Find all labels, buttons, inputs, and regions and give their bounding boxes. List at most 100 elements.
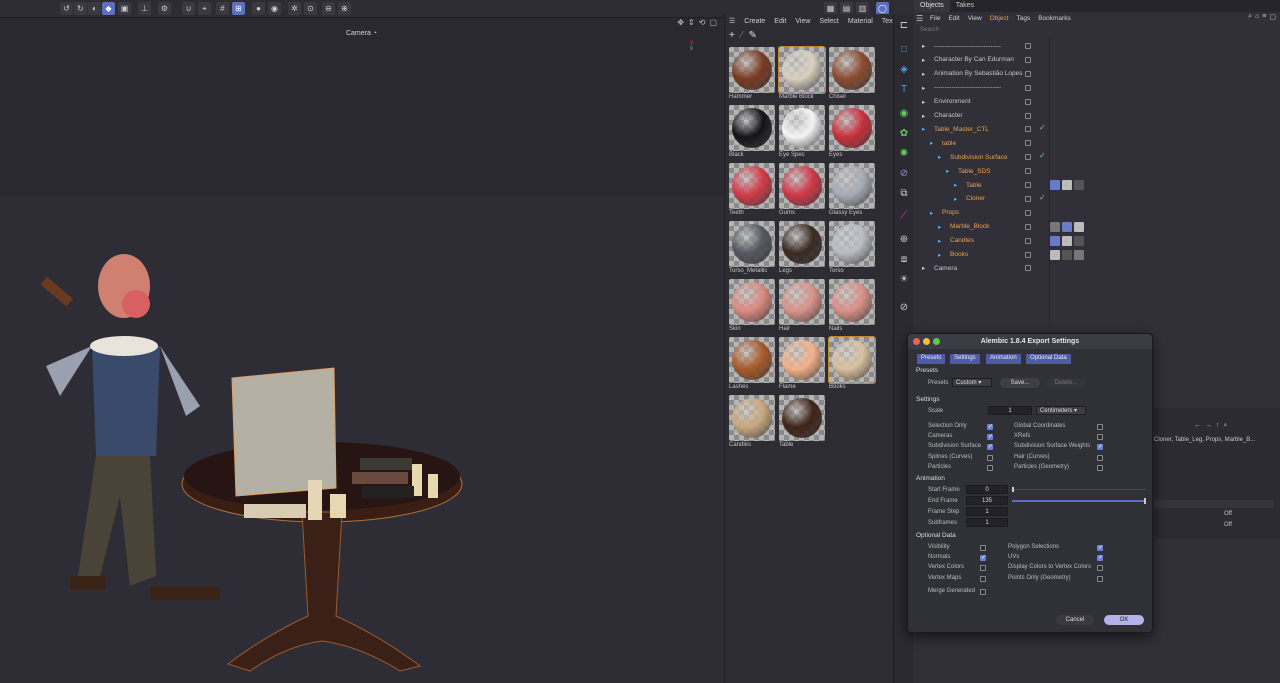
material-swatch[interactable]: Table bbox=[778, 395, 826, 452]
option-checkbox[interactable] bbox=[1097, 554, 1103, 562]
object-name[interactable]: Character bbox=[934, 112, 963, 119]
material-swatch[interactable]: Black bbox=[728, 105, 776, 162]
option-checkbox[interactable] bbox=[987, 464, 993, 471]
pan-icon[interactable]: ✥ bbox=[677, 18, 684, 27]
option-checkbox[interactable] bbox=[1097, 454, 1103, 461]
settings-icon[interactable]: ⚙ bbox=[158, 2, 171, 15]
ok-button[interactable]: OK bbox=[1104, 615, 1144, 625]
material-swatch[interactable]: Gums bbox=[778, 163, 826, 220]
visibility-toggle[interactable] bbox=[1025, 154, 1031, 161]
option-checkbox[interactable] bbox=[987, 433, 993, 441]
visibility-toggle[interactable] bbox=[1025, 56, 1031, 63]
magnet-icon[interactable]: ∪ bbox=[182, 2, 195, 15]
menu-view-obj[interactable]: View bbox=[968, 15, 982, 22]
visibility-toggle[interactable] bbox=[1025, 98, 1031, 105]
rotate-icon[interactable]: ⟲ bbox=[699, 18, 706, 27]
enabled-check-icon[interactable]: ✓ bbox=[1039, 193, 1046, 202]
material-swatch[interactable]: Skin bbox=[728, 279, 776, 336]
object-name[interactable]: Marble_Block bbox=[950, 223, 989, 230]
option-checkbox[interactable] bbox=[980, 545, 986, 551]
object-name[interactable]: Books bbox=[950, 251, 968, 258]
material-tag-icon[interactable] bbox=[1062, 221, 1072, 232]
move-icon[interactable]: ⇕ bbox=[688, 18, 695, 27]
material-tag-icon[interactable] bbox=[1050, 235, 1060, 246]
material-tag-icon[interactable] bbox=[1062, 249, 1072, 260]
menu-edit[interactable]: Edit bbox=[774, 18, 786, 25]
scale-unit-dropdown[interactable]: Centimeters ▾ bbox=[1036, 406, 1086, 415]
material-swatch[interactable]: Lashes bbox=[728, 337, 776, 394]
material-swatch[interactable]: Books bbox=[828, 336, 876, 394]
cancel-button[interactable]: Cancel bbox=[1056, 615, 1094, 625]
material-tag-icon[interactable] bbox=[1074, 249, 1084, 260]
material-tag-icon[interactable] bbox=[1074, 235, 1084, 246]
hamburger-icon[interactable]: ☰ bbox=[916, 14, 923, 23]
search-attr-icon[interactable]: ⌕ bbox=[1224, 422, 1228, 430]
option-checkbox[interactable] bbox=[980, 565, 986, 572]
light-icon[interactable]: ☀ bbox=[897, 272, 911, 286]
eyedropper-icon[interactable]: ✎ bbox=[749, 30, 757, 41]
option-checkbox[interactable] bbox=[987, 423, 993, 430]
home-icon[interactable]: ⌂ bbox=[1255, 13, 1259, 21]
up-icon[interactable]: ↑ bbox=[1216, 422, 1220, 430]
enabled-check-icon[interactable]: ✓ bbox=[1039, 123, 1046, 132]
presets-dropdown[interactable]: Custom ▾ bbox=[952, 378, 992, 387]
object-name[interactable]: Character By Can Edurman bbox=[934, 56, 1014, 63]
zoom-icon[interactable] bbox=[933, 338, 940, 345]
cube-icon[interactable]: ◈ bbox=[897, 62, 911, 76]
object-row[interactable]: ▸ Props bbox=[914, 206, 1049, 220]
tab-objects[interactable]: Objects bbox=[914, 0, 950, 12]
tools-icon[interactable]: ✲ bbox=[288, 2, 301, 15]
menu-edit-obj[interactable]: Edit bbox=[948, 15, 959, 22]
close-icon[interactable] bbox=[913, 338, 920, 345]
object-name[interactable]: table bbox=[942, 140, 956, 147]
object-name[interactable]: Environment bbox=[934, 98, 971, 105]
object-row[interactable]: ▸ Table bbox=[914, 178, 1084, 192]
link-icon[interactable]: ⊖ bbox=[322, 2, 335, 15]
object-row[interactable]: ▸ ------------------------------- bbox=[914, 81, 1049, 95]
object-name[interactable]: Cloner bbox=[966, 195, 985, 202]
material-swatch[interactable]: Legs bbox=[778, 221, 826, 278]
model-mode-icon[interactable]: ◐ bbox=[88, 2, 101, 15]
object-name[interactable]: Camera bbox=[934, 265, 957, 272]
render-region-icon[interactable]: ● bbox=[252, 2, 265, 15]
object-row[interactable]: ▸ Table_Master_CTL ✓ bbox=[914, 122, 1049, 136]
object-row[interactable]: ▸ Animation By Sebastião Lopes bbox=[914, 67, 1049, 81]
object-row[interactable]: ▸ Marble_Block bbox=[914, 220, 1084, 234]
material-tag-icon[interactable] bbox=[1050, 180, 1060, 190]
subframes-field[interactable]: 1 bbox=[966, 518, 1008, 527]
object-row[interactable]: ▸ Character bbox=[914, 109, 1049, 123]
option-checkbox[interactable] bbox=[1097, 443, 1103, 451]
option-checkbox[interactable] bbox=[1097, 434, 1103, 441]
tab-animation[interactable]: Animation bbox=[986, 354, 1021, 364]
object-row[interactable]: ▸ Camera bbox=[914, 261, 1049, 275]
option-checkbox[interactable] bbox=[1097, 544, 1103, 551]
visibility-toggle[interactable] bbox=[1025, 265, 1031, 272]
axis-icon[interactable]: ⊥ bbox=[138, 2, 151, 15]
object-row[interactable]: ▸ Candles bbox=[914, 234, 1084, 248]
frame-step-field[interactable]: 1 bbox=[966, 507, 1008, 516]
text-icon[interactable]: T bbox=[897, 82, 911, 96]
add-icon[interactable]: + bbox=[729, 30, 735, 41]
menu-object[interactable]: Object bbox=[990, 15, 1009, 22]
object-name[interactable]: ------------------------------- bbox=[934, 84, 1001, 91]
option-checkbox[interactable] bbox=[1097, 575, 1103, 582]
object-name[interactable]: Props bbox=[942, 209, 959, 216]
edge-mode-icon[interactable]: ▣ bbox=[118, 2, 131, 15]
object-name[interactable]: Table bbox=[966, 182, 982, 189]
delete-button[interactable]: Delete... bbox=[1046, 378, 1086, 388]
menu-material[interactable]: Material bbox=[848, 18, 873, 25]
camera-tool-icon[interactable]: ⧉ bbox=[897, 186, 911, 200]
end-frame-slider[interactable] bbox=[1012, 500, 1146, 502]
object-name[interactable]: Table_SDS bbox=[958, 168, 991, 175]
merge-generated-checkbox[interactable] bbox=[980, 589, 986, 595]
object-row[interactable]: ▸ Environment bbox=[914, 95, 1049, 109]
objects-search-input[interactable]: Search bbox=[916, 27, 1046, 37]
deformer-icon[interactable]: ⊘ bbox=[897, 166, 911, 180]
object-mode-icon[interactable]: ◆ bbox=[102, 2, 115, 15]
visibility-toggle[interactable] bbox=[1025, 237, 1031, 244]
visibility-toggle[interactable] bbox=[1025, 168, 1031, 175]
option-checkbox[interactable] bbox=[1097, 424, 1103, 430]
tab-presets[interactable]: Presets bbox=[917, 354, 946, 364]
scale-field[interactable]: 1 bbox=[988, 406, 1032, 415]
menu-view[interactable]: View bbox=[795, 18, 810, 25]
